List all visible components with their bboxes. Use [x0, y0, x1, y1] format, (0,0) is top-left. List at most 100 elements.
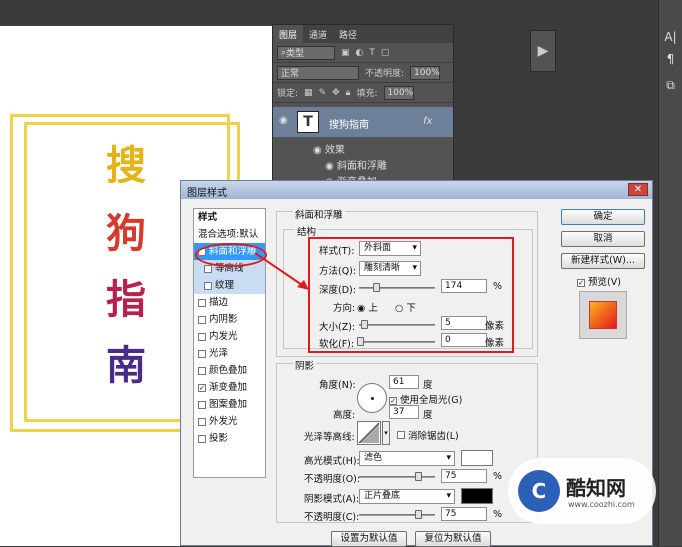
highlight-opacity-thumb[interactable] [415, 472, 422, 481]
effect-bevel-row[interactable]: ◉ 斜面和浮雕 [325, 157, 387, 172]
size-label: 大小(Z): [319, 322, 356, 333]
direction-up-radio[interactable]: ◉ 上 [357, 300, 378, 314]
checkbox-empty-icon[interactable] [198, 400, 206, 409]
angle-label: 角度(N): [319, 380, 356, 391]
checkbox-empty-icon[interactable] [198, 315, 206, 324]
checkbox-empty-icon[interactable] [198, 298, 206, 307]
checkbox-empty-icon[interactable] [204, 264, 212, 273]
tab-channels[interactable]: 通道 [303, 25, 333, 43]
filter-pixel-icon[interactable]: ▣ [341, 48, 350, 58]
gloss-contour-picker[interactable] [357, 421, 381, 445]
highlight-opacity-field[interactable]: 75 [441, 469, 487, 483]
filter-adjust-icon[interactable]: ◐ [356, 48, 364, 58]
style-item[interactable]: 外发光 [194, 413, 265, 430]
soften-label: 软化(F): [319, 339, 355, 350]
visibility-eye-icon[interactable]: ◉ [279, 115, 288, 126]
style-item[interactable]: 颜色叠加 [194, 362, 265, 379]
lock-move-icon[interactable]: ✥ [332, 88, 340, 98]
highlight-opacity-slider[interactable] [359, 476, 435, 478]
shading-title: 阴影 [293, 358, 317, 372]
technique-select[interactable]: 雕刻清晰 [359, 261, 421, 276]
soften-slider[interactable] [359, 341, 435, 343]
size-thumb[interactable] [361, 320, 368, 329]
ok-button[interactable]: 确定 [561, 209, 645, 225]
bevel-style-select[interactable]: 外斜面 [359, 241, 421, 256]
effect-eye-icon[interactable]: ◉ [325, 161, 337, 172]
cancel-button[interactable]: 取消 [561, 231, 645, 247]
blend-mode-select[interactable]: 正常 [277, 65, 359, 80]
lock-all-icon[interactable]: 🔒︎ [346, 88, 351, 98]
shadow-opacity-field[interactable]: 75 [441, 507, 487, 521]
depth-slider[interactable] [359, 287, 435, 289]
style-item[interactable]: 描边 [194, 294, 265, 311]
angle-dial[interactable] [357, 383, 387, 413]
preview-checkbox[interactable]: ✓ 预览(V) [577, 274, 621, 288]
effect-eye-icon[interactable]: ◉ [313, 145, 325, 156]
size-slider[interactable] [359, 324, 435, 326]
lock-brush-icon[interactable]: ✎ [319, 88, 327, 98]
style-item[interactable]: 投影 [194, 430, 265, 447]
effects-row[interactable]: ◉ 效果 [313, 141, 345, 156]
filter-text-icon[interactable]: T [369, 48, 375, 58]
style-item[interactable]: 内阴影 [194, 311, 265, 328]
layer-filter-row: ⌕ 类型 ▣ ◐ T ▢ [273, 43, 453, 63]
filter-type-select[interactable]: ⌕ 类型 [277, 45, 335, 60]
shadow-mode-select[interactable]: 正片叠底 [359, 489, 455, 504]
shadow-opacity-thumb[interactable] [415, 510, 422, 519]
style-item[interactable]: 光泽 [194, 345, 265, 362]
new-style-button[interactable]: 新建样式(W)... [561, 253, 645, 269]
style-item-label: 混合选项:默认 [198, 229, 259, 240]
global-light-checkbox[interactable]: ✓ 使用全局光(G) [389, 392, 462, 406]
soften-field[interactable]: 0 [441, 333, 487, 347]
play-action-icon[interactable]: ▶ [530, 30, 556, 72]
angle-field[interactable]: 61 [389, 375, 419, 389]
style-item[interactable]: 图案叠加 [194, 396, 265, 413]
opacity-field[interactable]: 100% [410, 65, 441, 80]
depth-label: 深度(D): [319, 285, 356, 296]
checkbox-empty-icon[interactable] [198, 349, 206, 358]
tool-preset-icon[interactable]: ⧉ [659, 78, 682, 93]
altitude-field[interactable]: 37 [389, 405, 419, 419]
checkbox-checked-icon[interactable]: ✓ [198, 383, 206, 392]
shadow-color-swatch[interactable] [461, 488, 493, 504]
shadow-opacity-slider[interactable] [359, 514, 435, 516]
gloss-contour-label: 光泽等高线: [304, 432, 355, 443]
lock-pixels-icon[interactable]: ▦ [304, 88, 313, 98]
fx-badge[interactable]: fx [423, 116, 432, 127]
contour-dropdown-icon[interactable]: ▾ [382, 421, 390, 445]
antialias-checkbox[interactable]: 消除锯齿(L) [397, 428, 459, 442]
character-icon[interactable]: A| [659, 30, 682, 44]
checkbox-empty-icon[interactable] [198, 366, 206, 375]
direction-down-radio[interactable]: ○ 下 [395, 300, 416, 314]
style-item-label: 渐变叠加 [209, 382, 248, 393]
angle-dial-center [371, 397, 374, 400]
layer-row-text[interactable]: ◉ T 搜狗指南 fx [273, 107, 453, 137]
checkbox-empty-icon[interactable] [198, 417, 206, 426]
tab-paths[interactable]: 路径 [333, 25, 363, 43]
fill-field[interactable]: 100% [383, 85, 414, 100]
depth-thumb[interactable] [373, 283, 380, 292]
checkbox-empty-icon[interactable] [198, 434, 206, 443]
contour-curve-icon [358, 422, 380, 444]
style-item-label: 图案叠加 [209, 399, 248, 410]
style-item[interactable]: ✓ 渐变叠加 [194, 379, 265, 396]
style-item[interactable]: 内发光 [194, 328, 265, 345]
filter-shape-icon[interactable]: ▢ [381, 48, 390, 58]
highlight-mode-select[interactable]: 滤色 [359, 451, 455, 466]
style-item[interactable]: 混合选项:默认 [194, 226, 265, 243]
highlight-color-swatch[interactable] [461, 450, 493, 466]
close-button[interactable]: ✕ [628, 183, 648, 196]
style-item-label: 内发光 [209, 331, 238, 342]
depth-field[interactable]: 174 [441, 279, 487, 293]
paragraph-icon[interactable]: ¶ [659, 52, 682, 66]
set-default-button[interactable]: 设置为默认值 [331, 531, 407, 547]
soften-thumb[interactable] [357, 337, 364, 346]
highlight-opacity-unit: % [493, 471, 503, 482]
tab-layers[interactable]: 图层 [273, 25, 304, 43]
layer-name[interactable]: 搜狗指南 [329, 116, 369, 131]
checkbox-empty-icon[interactable] [204, 281, 212, 290]
size-field[interactable]: 5 [441, 316, 487, 330]
reset-default-button[interactable]: 复位为默认值 [415, 531, 491, 547]
dialog-titlebar[interactable]: 图层样式 [181, 181, 652, 199]
checkbox-empty-icon[interactable] [198, 332, 206, 341]
